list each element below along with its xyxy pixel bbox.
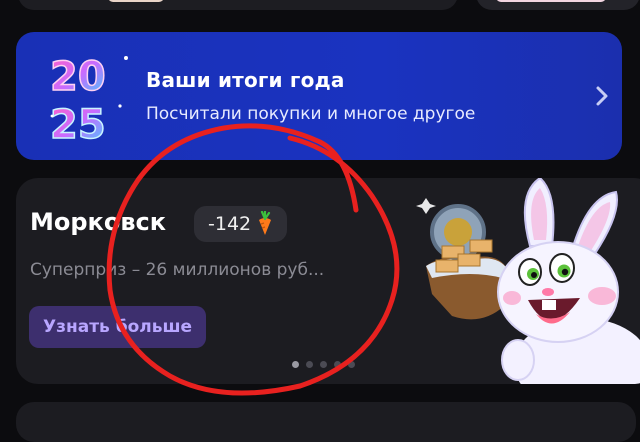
pager-dot[interactable]	[348, 361, 355, 368]
carrot-counter-value: -142	[208, 213, 252, 235]
badge-year-bottom: 25	[50, 102, 106, 146]
pager-dot[interactable]	[306, 361, 313, 368]
carousel-pager	[292, 361, 355, 368]
pager-dot[interactable]	[334, 361, 341, 368]
previous-card-left[interactable]	[18, 0, 458, 10]
year-summary-banner[interactable]: 20 25 Ваши итоги года Посчитали покупки …	[16, 32, 622, 160]
learn-more-button[interactable]: Узнать больше	[29, 306, 207, 348]
pager-dot[interactable]	[320, 361, 327, 368]
promo-title: Морковск	[30, 208, 167, 236]
carrot-counter-chip: -142	[194, 206, 288, 242]
previous-card-pill	[496, 0, 606, 2]
chevron-right-icon	[596, 86, 608, 106]
next-card[interactable]	[16, 402, 636, 442]
morkovsk-promo-card[interactable]: Морковск -142 Суперприз – 26 миллионов р…	[16, 178, 640, 384]
year-2025-badge-icon: 20 25	[49, 53, 128, 146]
previous-card-pill	[108, 0, 164, 2]
pager-dot[interactable]	[292, 361, 299, 368]
rabbit-with-safe-illustration	[416, 178, 640, 384]
carrot-icon	[259, 211, 272, 235]
banner-title: Ваши итоги года	[146, 68, 345, 92]
banner-subtitle: Посчитали покупки и многое другое	[146, 104, 476, 124]
promo-subtitle: Суперприз – 26 миллионов руб...	[30, 260, 325, 280]
previous-card-right[interactable]	[476, 0, 640, 10]
badge-year-top: 20	[50, 54, 106, 100]
